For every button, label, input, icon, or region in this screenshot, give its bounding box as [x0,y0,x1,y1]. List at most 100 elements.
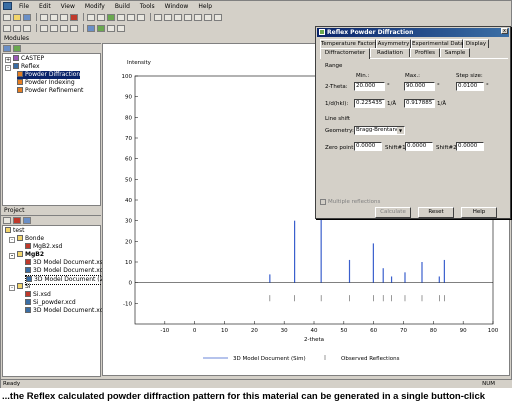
file-3d-model-xcd[interactable]: 3D Model Document.xcd [25,267,107,275]
file-si-xsd[interactable]: Si.xsd [25,291,51,299]
shift1-input[interactable]: 0.0000 [405,142,433,151]
inverse-d-min-input[interactable]: 0.225435 [354,99,385,108]
y-tick-label: 30 [125,219,132,225]
chevron-down-icon[interactable]: ▼ [397,127,404,134]
display-style-icon[interactable] [40,24,48,32]
tab-diffractometer[interactable]: Diffractometer [320,48,370,59]
rotate-icon[interactable] [127,13,135,21]
step-size-input[interactable]: 0.0100 [456,82,484,91]
menu-view[interactable]: View [56,3,80,10]
project-import-icon[interactable] [23,217,31,224]
app-logo-icon [3,2,12,10]
x-tick-label: 60 [370,328,377,334]
tab-radiation[interactable]: Radiation [370,48,410,57]
close-icon[interactable]: x [501,28,508,34]
save-icon[interactable] [23,13,31,21]
tree-item-powder-indexing[interactable]: Powder Indexing [17,79,75,87]
folder-mgb2[interactable]: - MgB2 [9,251,44,259]
rotate-view-icon[interactable] [23,24,31,32]
tree-item-powder-refinement[interactable]: Powder Refinement [17,87,83,95]
y-tick-label: 20 [125,239,132,245]
castep-icon[interactable] [87,24,95,32]
open-folder-icon[interactable] [13,13,21,21]
tree-item-castep[interactable]: + CASTEP [5,55,44,63]
bond-icon[interactable] [164,13,172,21]
paste-icon[interactable] [60,13,68,21]
y-tick-label: 40 [125,198,132,204]
x-tick-label: 100 [488,328,499,334]
forcite-icon[interactable] [107,24,115,32]
module-icon[interactable] [3,45,11,52]
collapse-icon[interactable]: - [9,285,15,291]
two-theta-min-input[interactable]: 20.000 [354,82,385,91]
lasso-icon[interactable] [13,24,21,32]
undo-icon[interactable] [87,13,95,21]
reset-button[interactable]: Reset [418,207,454,218]
inverse-d-max-input[interactable]: 0.917885 [404,99,435,108]
tab-sample[interactable]: Sample [440,48,470,57]
menu-window[interactable]: Window [160,3,194,10]
table-icon[interactable] [70,24,78,32]
chart-icon[interactable] [60,24,68,32]
file-si-3d-model-xcd[interactable]: 3D Model Document.xcd [25,307,107,315]
color-icon[interactable] [50,24,58,32]
help-button[interactable]: Help [461,207,497,218]
geometry-select[interactable]: Bragg-Brentano ▼ [354,126,405,135]
grid-icon[interactable] [214,13,222,21]
toolbar-separator [36,24,37,32]
translate-icon[interactable] [137,13,145,21]
project-toolbar [1,216,101,225]
tree-item-powder-diffraction[interactable]: Powder Diffraction [17,71,81,79]
cut-icon[interactable] [40,13,48,21]
fit-icon[interactable] [204,13,212,21]
module-run-icon[interactable] [13,45,21,52]
new-file-icon[interactable] [3,13,11,21]
label-icon[interactable] [174,13,182,21]
project-delete-icon[interactable] [13,217,21,224]
collapse-icon[interactable]: - [5,65,11,71]
modules-tree: + CASTEP - Reflex Powder Diffraction Powde… [2,53,101,206]
x-tick-label: 0 [193,328,197,334]
tab-temperature-factors[interactable]: Temperature Factors [320,39,377,48]
tab-experimental-data[interactable]: Experimental Data [411,39,464,48]
calculate-button[interactable]: Calculate [375,207,411,218]
toolbar-separator [83,24,84,32]
delete-icon[interactable] [70,13,78,21]
copy-icon[interactable] [50,13,58,21]
menu-edit[interactable]: Edit [34,3,56,10]
atom-icon[interactable] [154,13,162,21]
tab-asymmetry[interactable]: Asymmetry [376,39,411,48]
file-3d-model-xsd[interactable]: 3D Model Document.xsd [25,259,107,267]
zoom-icon[interactable] [117,13,125,21]
menu-build[interactable]: Build [110,3,135,10]
menu-help[interactable]: Help [193,3,217,10]
file-si-powder-xcd[interactable]: Si_powder.xcd [25,299,76,307]
menu-modify[interactable]: Modify [80,3,110,10]
shift2-input[interactable]: 0.0000 [456,142,484,151]
x-tick-label: 80 [430,328,437,334]
folder-si[interactable]: - Si [9,283,30,291]
project-root[interactable]: test [5,227,25,235]
redo-icon[interactable] [97,13,105,21]
reflex-icon[interactable] [97,24,105,32]
tree-item-reflex[interactable]: - Reflex [5,63,40,71]
pointer-icon[interactable] [3,24,11,32]
measure-icon[interactable] [184,13,192,21]
run-icon[interactable] [107,13,115,21]
folder-bonde[interactable]: - Bonde [9,235,44,243]
zero-point-input[interactable]: 0.0000 [354,142,382,151]
powder-refinement-icon [17,87,23,93]
menu-tools[interactable]: Tools [135,3,160,10]
select-icon[interactable] [194,13,202,21]
two-theta-max-input[interactable]: 90.000 [404,82,435,91]
new-folder-icon[interactable] [3,217,11,224]
file-mgb2-xsd[interactable]: MgB2.xsd [25,243,62,251]
tab-display[interactable]: Display [463,39,489,48]
two-theta-label: 2-Theta: [325,84,348,90]
tab-profiles[interactable]: Profiles [410,48,440,57]
multiple-reflections-checkbox[interactable] [320,199,326,205]
menu-file[interactable]: File [14,3,34,10]
collapse-icon[interactable]: - [9,253,15,259]
collapse-icon[interactable]: - [9,237,15,243]
dmol-icon[interactable] [117,24,125,32]
